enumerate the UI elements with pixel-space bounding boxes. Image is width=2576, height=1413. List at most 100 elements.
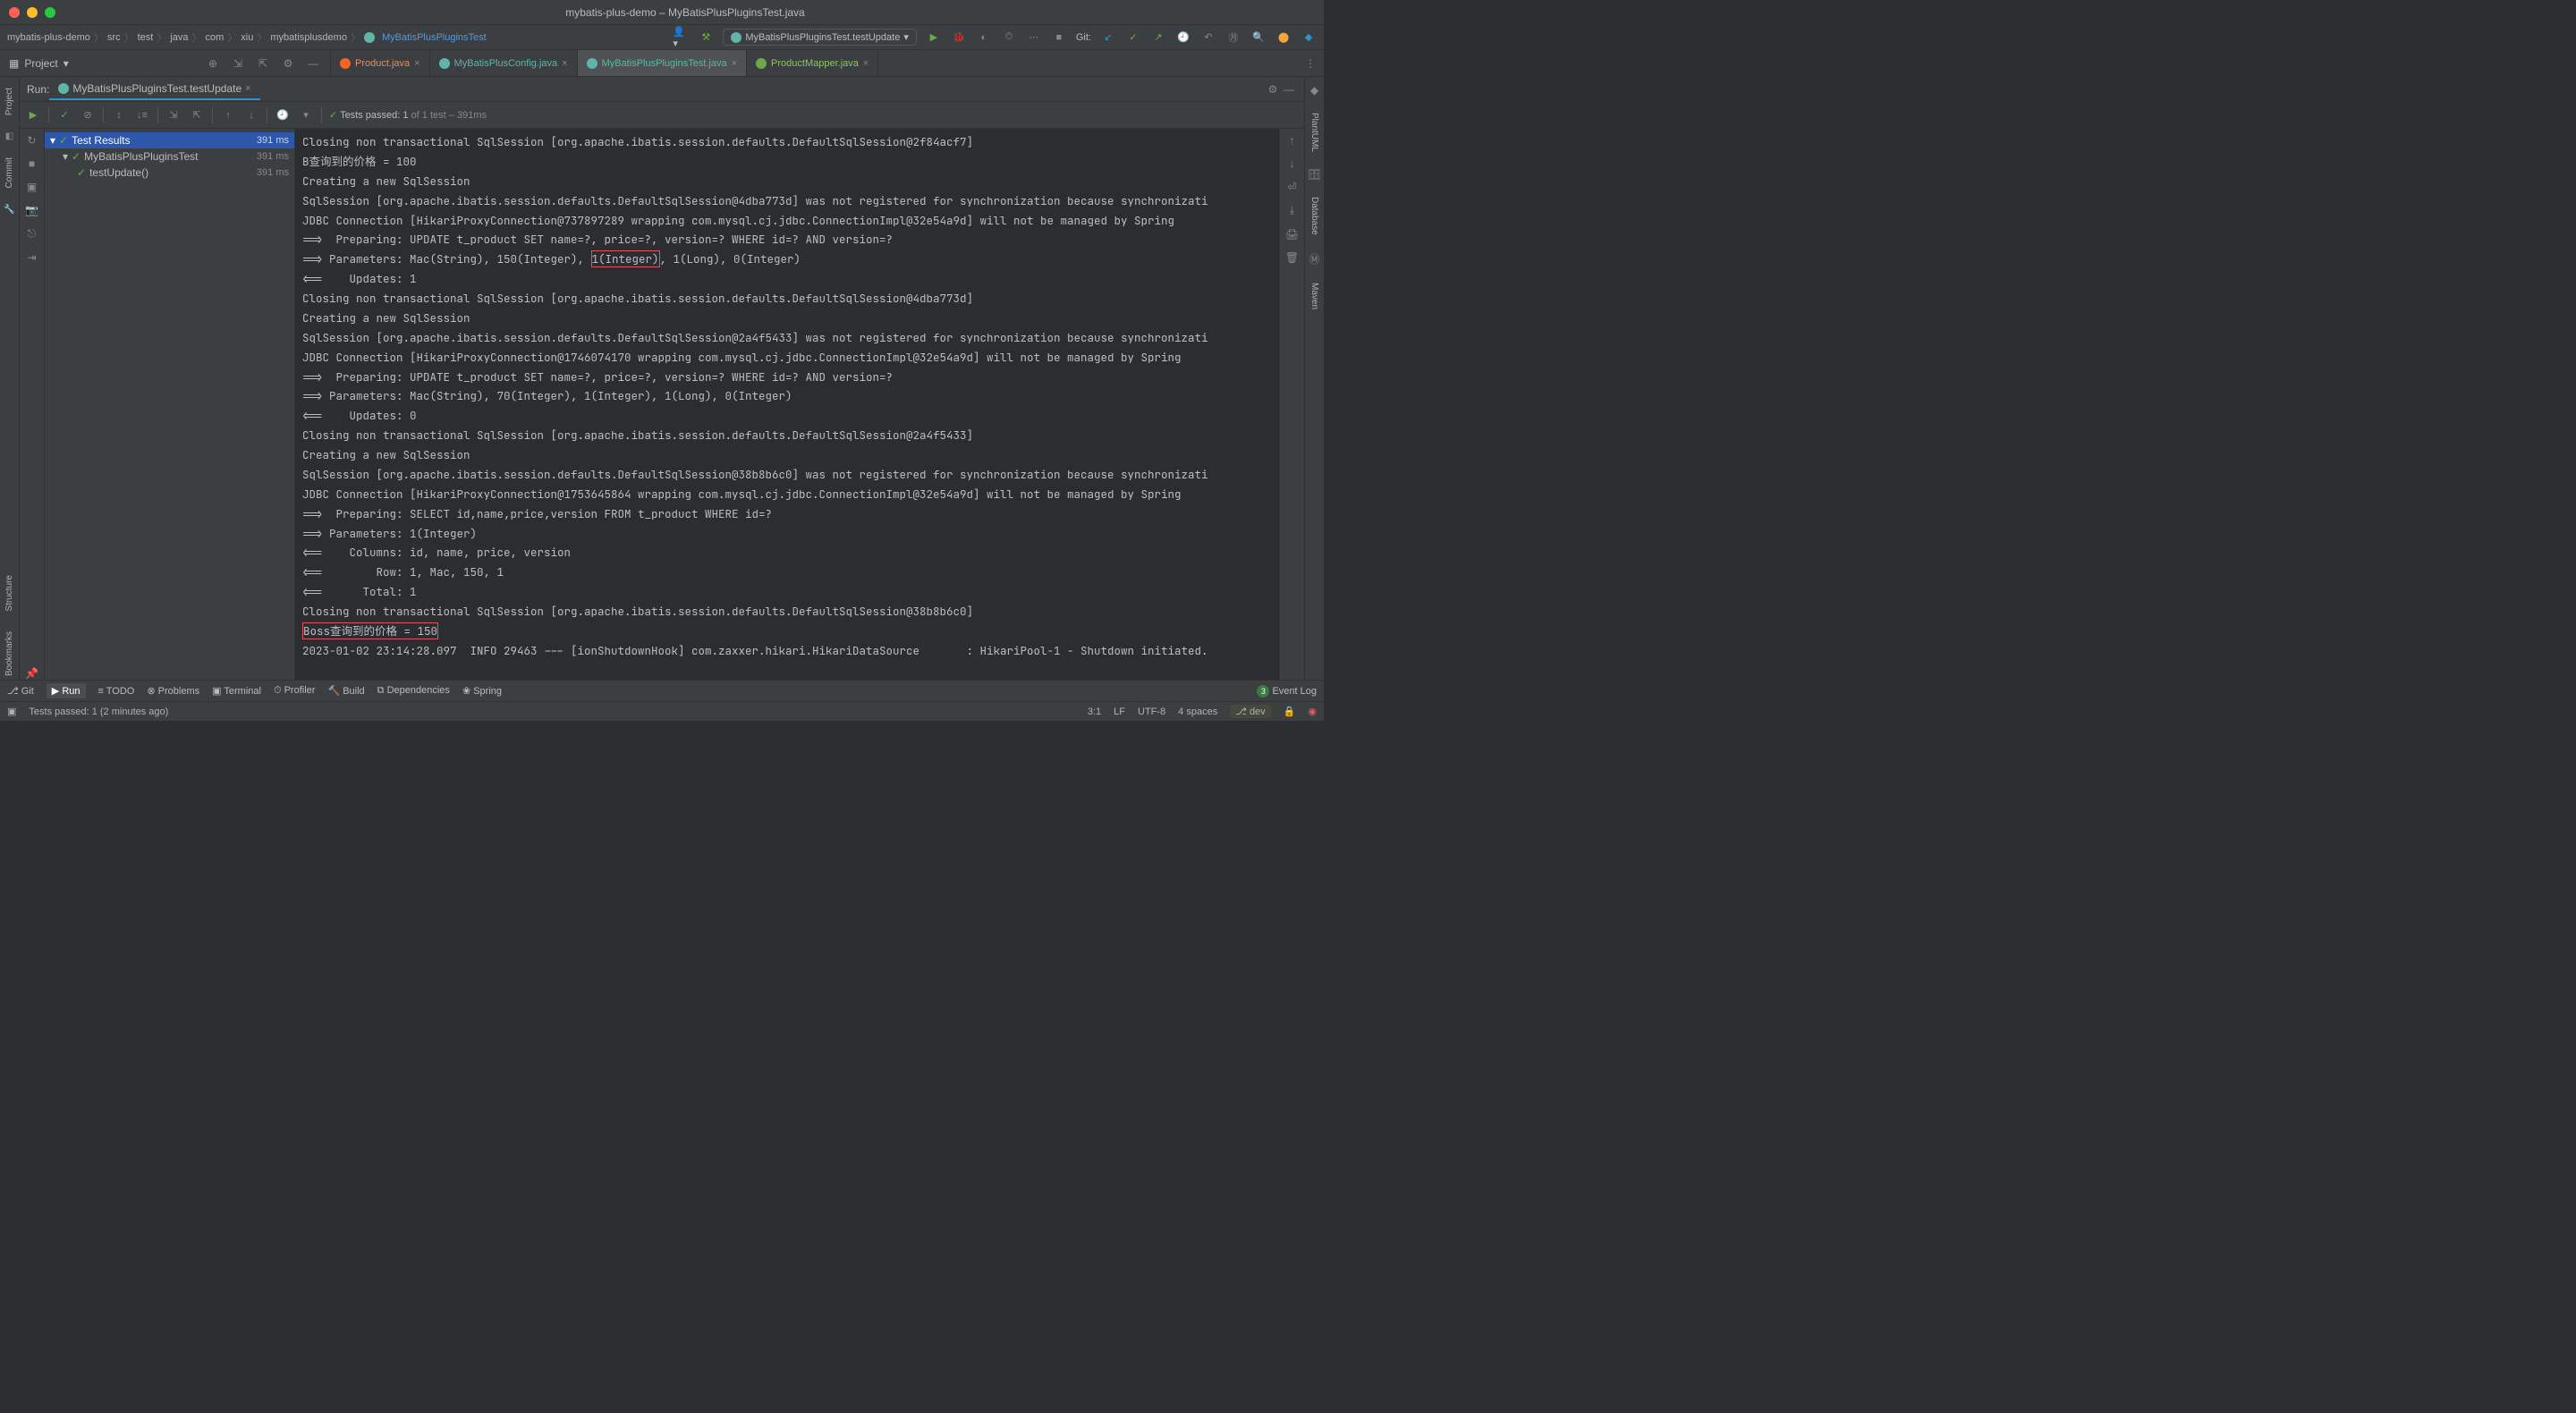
- status-tool-icon[interactable]: ▣: [7, 706, 16, 717]
- debug-button[interactable]: 🐞: [951, 30, 967, 46]
- git-update-icon[interactable]: ↙: [1100, 30, 1116, 46]
- scroll-to-end-icon[interactable]: ⤓: [1290, 204, 1294, 217]
- scroll-down-icon[interactable]: ↓: [1290, 157, 1295, 170]
- expand-all-icon[interactable]: ⇲: [230, 55, 246, 72]
- editor-tab[interactable]: MyBatisPlusConfig.java×: [430, 50, 578, 76]
- close-tab-icon[interactable]: ×: [732, 58, 737, 69]
- coverage-button[interactable]: ◐: [976, 30, 992, 46]
- run-configuration-selector[interactable]: MyBatisPlusPluginsTest.testUpdate ▾: [723, 29, 917, 46]
- export-icon[interactable]: ⇥: [27, 251, 36, 264]
- rail-bookmarks[interactable]: Bookmarks: [4, 628, 14, 680]
- status-indent[interactable]: 4 spaces: [1178, 706, 1217, 717]
- rail-commit[interactable]: Commit: [4, 154, 14, 191]
- build-hammer-icon[interactable]: ⚒: [698, 30, 714, 46]
- rail-structure[interactable]: Structure: [4, 571, 14, 615]
- rerun-gutter-icon[interactable]: ↻: [27, 134, 36, 147]
- git-commit-icon[interactable]: ✓: [1125, 30, 1141, 46]
- editor-tab[interactable]: Product.java×: [331, 50, 430, 76]
- hide-icon[interactable]: —: [305, 55, 321, 72]
- bottom-run[interactable]: ▶ Run: [47, 683, 86, 698]
- test-history-icon[interactable]: 🕘: [275, 107, 291, 123]
- git-push-icon[interactable]: ↗: [1150, 30, 1166, 46]
- rail-project[interactable]: Project: [4, 84, 14, 119]
- project-tool-header[interactable]: ▦ Project ▾ ⊕ ⇲ ⇱ ⚙ —: [0, 50, 331, 76]
- collapse-tests-icon[interactable]: ⇱: [189, 107, 205, 123]
- status-lock-icon[interactable]: 🔒: [1284, 706, 1296, 717]
- prev-test-icon[interactable]: ↑: [220, 107, 236, 123]
- status-line-sep[interactable]: LF: [1114, 706, 1125, 717]
- print-icon[interactable]: 🖨: [1285, 228, 1299, 241]
- status-git-branch[interactable]: ⎇ dev: [1230, 705, 1270, 718]
- console-output[interactable]: Closing non transactional SqlSession [or…: [295, 129, 1279, 680]
- close-tab-icon[interactable]: ×: [863, 58, 869, 69]
- bottom-problems[interactable]: ⊗ Problems: [147, 685, 199, 697]
- bottom-spring[interactable]: ❀ Spring: [462, 685, 502, 697]
- translate-icon[interactable]: ㊊: [1225, 30, 1241, 46]
- git-history-icon[interactable]: 🕘: [1175, 30, 1191, 46]
- show-ignored-icon[interactable]: ⊘: [80, 107, 96, 123]
- status-encoding[interactable]: UTF-8: [1138, 706, 1165, 717]
- minimize-window[interactable]: [27, 7, 38, 18]
- bottom-build[interactable]: 🔨 Build: [327, 685, 364, 697]
- close-window[interactable]: [9, 7, 20, 18]
- run-button[interactable]: ▶: [926, 30, 942, 46]
- profile-button[interactable]: ⏱: [1001, 30, 1017, 46]
- bottom-profiler[interactable]: ⏱ Profiler: [274, 685, 315, 697]
- next-test-icon[interactable]: ↓: [243, 107, 259, 123]
- bottom-terminal[interactable]: ▣ Terminal: [212, 685, 261, 697]
- maximize-window[interactable]: [45, 7, 55, 18]
- database-icon[interactable]: 🗄: [1308, 168, 1321, 181]
- bottom-event-log[interactable]: 3 Event Log: [1257, 685, 1317, 698]
- close-run-tab[interactable]: ×: [245, 83, 250, 94]
- jetbrains-toolbox-icon[interactable]: ◆: [1301, 30, 1317, 46]
- rail-maven[interactable]: Maven: [1309, 279, 1319, 313]
- maven-icon[interactable]: Ⓜ: [1309, 251, 1319, 267]
- user-icon[interactable]: 👤▾: [673, 30, 689, 46]
- bottom-todo[interactable]: ≡ TODO: [98, 686, 135, 697]
- close-tab-icon[interactable]: ×: [414, 58, 419, 69]
- search-everywhere-icon[interactable]: 🔍: [1250, 30, 1267, 46]
- layout-icon[interactable]: ▣: [27, 181, 37, 193]
- test-tree-method[interactable]: ✓ testUpdate() 391 ms: [45, 165, 294, 181]
- bottom-dependencies[interactable]: ⧉ Dependencies: [377, 685, 450, 697]
- run-tab[interactable]: MyBatisPlusPluginsTest.testUpdate ×: [49, 79, 259, 100]
- test-tree[interactable]: ▾✓ Test Results 391 ms ▾✓ MyBatisPlusPlu…: [45, 129, 295, 680]
- rail-database[interactable]: Database: [1309, 193, 1319, 239]
- status-caret-pos[interactable]: 3:1: [1088, 706, 1101, 717]
- test-tree-root[interactable]: ▾✓ Test Results 391 ms: [45, 132, 294, 148]
- settings-icon[interactable]: ⚙: [280, 55, 296, 72]
- clear-console-icon[interactable]: 🗑: [1285, 251, 1299, 264]
- close-tab-icon[interactable]: ×: [562, 58, 567, 69]
- soft-wrap-icon[interactable]: ⏎: [1287, 181, 1296, 193]
- wrench-icon[interactable]: 🔧: [4, 205, 14, 215]
- more-tabs-icon[interactable]: ⋮: [1302, 55, 1318, 72]
- bottom-git[interactable]: ⎇ Git: [7, 685, 34, 697]
- stop-gutter-icon[interactable]: ■: [29, 157, 35, 170]
- show-passed-icon[interactable]: ✓: [56, 107, 72, 123]
- rail-icon-1[interactable]: ◧: [5, 131, 13, 141]
- attach-button[interactable]: ⋯: [1026, 30, 1042, 46]
- sort-icon-1[interactable]: ↕: [111, 107, 127, 123]
- camera-icon[interactable]: 📷: [25, 204, 38, 216]
- pin-icon[interactable]: 📌: [25, 667, 38, 680]
- breadcrumb[interactable]: mybatis-plus-demo〉src〉test〉java〉com〉xiu〉…: [7, 30, 487, 45]
- collapse-all-icon[interactable]: ⇱: [255, 55, 271, 72]
- import-tests-icon[interactable]: ▾: [298, 107, 314, 123]
- editor-tab[interactable]: ProductMapper.java×: [747, 50, 878, 76]
- run-settings-icon[interactable]: ⚙: [1265, 81, 1281, 97]
- select-opened-file-icon[interactable]: ⊕: [205, 55, 221, 72]
- plantuml-icon[interactable]: ◆: [1310, 84, 1318, 97]
- scroll-up-icon[interactable]: ↑: [1290, 134, 1295, 147]
- rail-plantuml[interactable]: PlantUML: [1309, 109, 1319, 156]
- status-copilot-icon[interactable]: ◉: [1308, 706, 1317, 717]
- run-hide-icon[interactable]: —: [1281, 81, 1297, 97]
- test-tree-class[interactable]: ▾✓ MyBatisPlusPluginsTest 391 ms: [45, 148, 294, 165]
- exit-icon[interactable]: ⎋: [28, 227, 37, 241]
- editor-tab[interactable]: MyBatisPlusPluginsTest.java×: [578, 50, 747, 76]
- rerun-button[interactable]: ▶: [25, 107, 41, 123]
- sort-icon-2[interactable]: ↓≡: [134, 107, 150, 123]
- git-rollback-icon[interactable]: ↶: [1200, 30, 1216, 46]
- ide-update-icon[interactable]: ⬤: [1275, 30, 1292, 46]
- stop-button[interactable]: ■: [1051, 30, 1067, 46]
- expand-tests-icon[interactable]: ⇲: [165, 107, 182, 123]
